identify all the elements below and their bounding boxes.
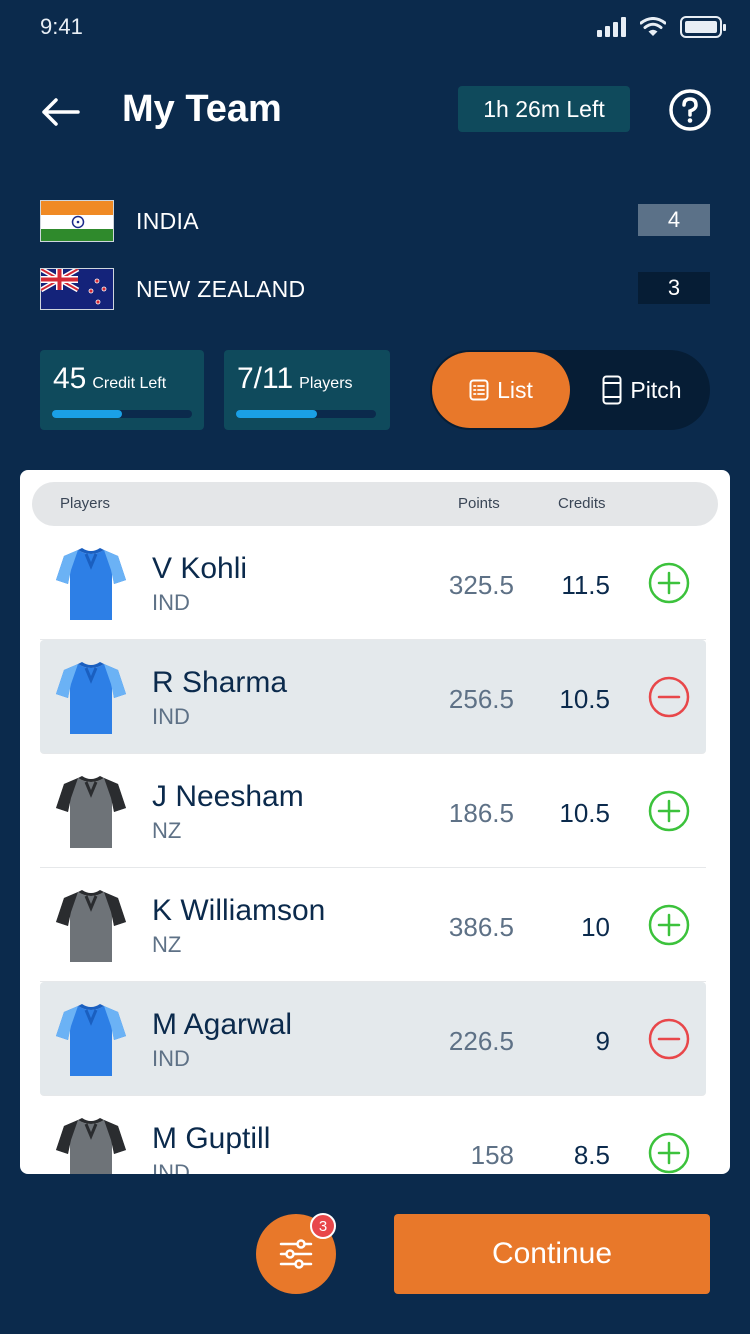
team-row-new-zealand: NEW ZEALAND 3 [0, 268, 750, 312]
player-points: 256.5 [448, 684, 514, 714]
credit-value-wrap: 45 Credit Left [53, 362, 166, 396]
table-header: Players Points Credits [32, 482, 718, 526]
help-icon[interactable] [668, 88, 712, 132]
pitch-view-button[interactable]: Pitch [576, 352, 708, 428]
list-view-label: List [497, 376, 533, 403]
player-points: 158 [470, 1140, 514, 1170]
column-players: Players [60, 495, 111, 512]
team-count: 4 [638, 204, 710, 236]
player-name: M Guptill [152, 1122, 271, 1155]
players-value: 7/11 [237, 362, 294, 395]
player-row[interactable]: M Guptill IND 158 8.5 [40, 1096, 706, 1174]
player-name: K Williamson [152, 894, 326, 927]
back-arrow-icon[interactable] [38, 90, 82, 134]
column-points: Points [458, 495, 500, 512]
add-player-icon[interactable] [648, 790, 690, 832]
remove-player-icon[interactable] [648, 1018, 690, 1060]
credit-label: Credit Left [92, 375, 167, 392]
player-team: IND [152, 704, 190, 729]
continue-button[interactable]: Continue [394, 1214, 710, 1294]
india-flag-icon [40, 200, 114, 242]
player-row[interactable]: K Williamson NZ 386.5 10 [40, 868, 706, 982]
player-rows[interactable]: V Kohli IND 325.5 11.5 R Sharma IND 256.5 10.5 J… [40, 526, 706, 1174]
players-progress-fill [236, 410, 318, 418]
player-list-panel: Players Points Credits V Kohli IND 325.5 11… [20, 470, 730, 1174]
player-points: 386.5 [448, 912, 514, 942]
page-title: My Team [122, 88, 282, 130]
add-player-icon[interactable] [648, 904, 690, 946]
player-row[interactable]: J Neesham NZ 186.5 10.5 [40, 754, 706, 868]
remove-player-icon[interactable] [648, 676, 690, 718]
players-count-box: 7/11 Players [224, 350, 390, 430]
team-name: INDIA [136, 208, 199, 234]
player-row[interactable]: R Sharma IND 256.5 10.5 [40, 640, 706, 754]
team-row-india: INDIA 4 [0, 200, 750, 244]
new-zealand-flag-icon [40, 268, 114, 310]
credit-left-box: 45 Credit Left [40, 350, 204, 430]
credit-progress-fill [52, 410, 122, 418]
player-team: IND [152, 590, 190, 615]
jersey-icon [56, 890, 126, 962]
player-team: IND [152, 1160, 190, 1174]
player-credits: 11.5 [561, 570, 610, 600]
status-bar: 9:41 [0, 0, 750, 56]
team-name: NEW ZEALAND [136, 276, 306, 302]
player-points: 226.5 [448, 1026, 514, 1056]
players-progress-bar [236, 410, 376, 418]
status-icons [597, 14, 726, 40]
player-name: V Kohli [152, 552, 248, 585]
players-label: Players [299, 375, 353, 392]
player-credits: 10.5 [559, 684, 610, 714]
signal-icon [597, 17, 626, 37]
player-name: J Neesham [152, 780, 304, 813]
player-row[interactable]: M Agarwal IND 226.5 9 [40, 982, 706, 1096]
jersey-icon [56, 548, 126, 620]
player-team: NZ [152, 818, 182, 843]
player-team: NZ [152, 932, 182, 957]
time-left-badge: 1h 26m Left [458, 86, 630, 132]
players-value-wrap: 7/11 Players [237, 362, 353, 396]
player-name: M Agarwal [152, 1008, 293, 1041]
player-team: IND [152, 1046, 190, 1071]
filter-sliders-icon [279, 1239, 313, 1269]
player-credits: 9 [595, 1026, 610, 1056]
pitch-view-label: Pitch [630, 376, 682, 403]
player-row[interactable]: V Kohli IND 325.5 11.5 [40, 526, 706, 640]
view-toggle: List Pitch [430, 350, 710, 430]
add-player-icon[interactable] [648, 1132, 690, 1174]
list-icon [469, 379, 489, 401]
player-credits: 10.5 [559, 798, 610, 828]
column-credits: Credits [558, 495, 606, 512]
list-view-button[interactable]: List [432, 352, 570, 428]
team-count: 3 [638, 272, 710, 304]
credit-progress-bar [52, 410, 192, 418]
status-time: 9:41 [40, 14, 83, 39]
filter-count-badge: 3 [310, 1213, 336, 1239]
player-points: 186.5 [448, 798, 514, 828]
wifi-icon [640, 17, 666, 36]
jersey-icon [56, 1118, 126, 1174]
player-credits: 10 [581, 912, 610, 942]
player-name: R Sharma [152, 666, 288, 699]
header: My Team 1h 26m Left [0, 80, 750, 144]
player-credits: 8.5 [573, 1140, 610, 1170]
pitch-icon [602, 375, 622, 405]
jersey-icon [56, 662, 126, 734]
add-player-icon[interactable] [648, 562, 690, 604]
jersey-icon [56, 1004, 126, 1076]
jersey-icon [56, 776, 126, 848]
player-points: 325.5 [448, 570, 514, 600]
battery-icon [680, 16, 726, 38]
credit-value: 45 [53, 362, 87, 395]
